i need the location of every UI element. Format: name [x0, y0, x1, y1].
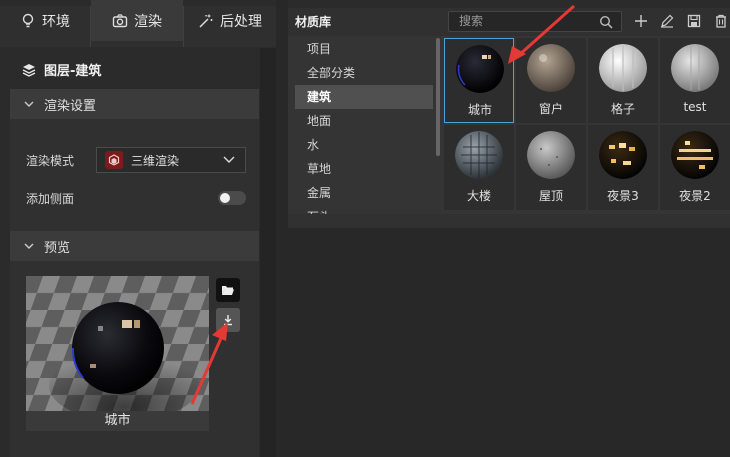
material-label: 屋顶: [538, 189, 563, 203]
material-label: 格子: [610, 102, 635, 116]
category-item-selected[interactable]: 建筑: [295, 85, 433, 109]
preview-body: 城市: [10, 261, 259, 457]
preview-caption: 城市: [26, 411, 209, 431]
preview-scene: [26, 276, 209, 431]
material-sphere: [456, 45, 504, 93]
chevron-down-icon: [24, 101, 34, 107]
library-top-strip: [288, 0, 730, 8]
render-mode-value: 三维渲染: [131, 153, 180, 168]
category-item[interactable]: 地面: [295, 109, 433, 133]
material-card-window[interactable]: 窗户: [516, 38, 586, 123]
category-item[interactable]: 全部分类: [295, 61, 433, 85]
save-icon[interactable]: [687, 14, 701, 28]
material-card-test[interactable]: test: [660, 38, 730, 123]
preview-image: [26, 276, 209, 431]
download-icon: [224, 315, 232, 326]
tab-postprocess-label: 后处理: [220, 13, 262, 30]
search-icon: [599, 15, 613, 29]
material-sphere: [671, 44, 719, 92]
add-side-label: 添加侧面: [26, 192, 75, 206]
tab-environment-label: 环境: [42, 13, 70, 30]
tab-environment[interactable]: 环境: [0, 0, 90, 41]
material-card-night2[interactable]: 夜景2: [660, 125, 730, 210]
chevron-down-icon: [223, 156, 235, 163]
material-sphere: [527, 131, 575, 179]
category-item[interactable]: 草地: [295, 157, 433, 181]
material-label: test: [683, 100, 707, 114]
category-list: 项目 全部分类 建筑 地面 水 草地 金属 石头: [288, 36, 441, 214]
edit-icon[interactable]: [660, 14, 674, 28]
material-sphere: [599, 131, 647, 179]
category-item[interactable]: 项目: [295, 37, 433, 61]
category-scrollbar[interactable]: [436, 38, 440, 156]
layer-title-text: 图层-建筑: [44, 64, 102, 79]
layer-title: 图层-建筑: [22, 60, 101, 79]
category-item[interactable]: 水: [295, 133, 433, 157]
search-placeholder: 搜索: [459, 14, 484, 28]
material-label: 夜景3: [607, 189, 639, 203]
render-settings-title: 渲染设置: [44, 98, 97, 114]
material-sphere: [599, 44, 647, 92]
library-bottom-strip: [288, 214, 730, 228]
material-label: 大楼: [466, 189, 491, 203]
material-sphere: [455, 131, 503, 179]
material-card-roof[interactable]: 屋顶: [516, 125, 586, 210]
wand-icon: [199, 14, 213, 28]
material-card-grid[interactable]: 格子: [588, 38, 658, 123]
add-side-toggle[interactable]: [218, 191, 246, 205]
category-item[interactable]: 石头: [295, 205, 433, 214]
material-card-city[interactable]: 城市: [444, 38, 514, 123]
tab-postprocess[interactable]: 后处理: [184, 0, 276, 41]
material-label: 城市: [467, 103, 492, 117]
material-card-night3[interactable]: 夜景3: [588, 125, 658, 210]
tab-render[interactable]: 渲染: [91, 0, 183, 41]
material-sphere: [671, 131, 719, 179]
cube-icon: [105, 151, 123, 169]
open-folder-button[interactable]: [216, 278, 240, 302]
render-mode-select[interactable]: 三维渲染: [96, 147, 246, 173]
material-card-tower[interactable]: 大楼: [444, 125, 514, 210]
tab-render-label: 渲染: [134, 13, 162, 30]
preview-header[interactable]: 预览: [10, 231, 259, 261]
bulb-icon: [22, 13, 34, 27]
add-icon[interactable]: [634, 14, 648, 28]
trash-icon[interactable]: [714, 14, 728, 28]
render-mode-label: 渲染模式: [26, 154, 75, 168]
folder-open-icon: [222, 286, 234, 295]
left-panel-scrollbar[interactable]: [260, 48, 276, 457]
camera-icon: [112, 13, 128, 27]
search-input[interactable]: 搜索: [448, 11, 622, 32]
layers-icon: [22, 63, 36, 77]
material-sphere: [527, 44, 575, 92]
material-label: 窗户: [538, 102, 563, 116]
material-grid: 城市 窗户 格子 test 大楼 屋顶 夜景3 夜景2: [441, 36, 730, 214]
render-settings-header[interactable]: 渲染设置: [10, 89, 259, 119]
toggle-knob: [220, 193, 230, 203]
download-button[interactable]: [216, 308, 240, 332]
library-title: 材质库: [288, 8, 441, 36]
preview-title: 预览: [44, 240, 71, 256]
material-label: 夜景2: [679, 189, 711, 203]
render-settings-body: 渲染模式 三维渲染 添加侧面: [10, 119, 259, 231]
category-item[interactable]: 金属: [295, 181, 433, 205]
chevron-down-icon: [24, 243, 34, 249]
left-panel: 环境 渲染 后处理 图层-建筑 渲染设置 渲染模式 三维渲染 添加侧面 预览 城…: [0, 0, 276, 457]
